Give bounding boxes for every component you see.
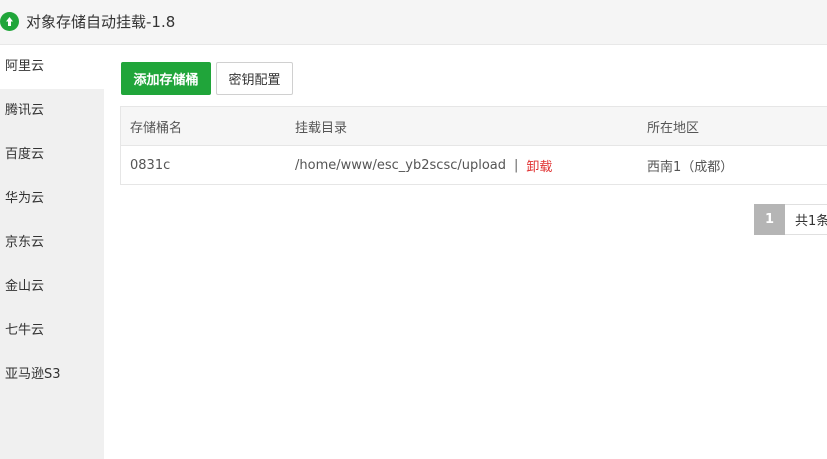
page-total: 共1条 xyxy=(785,204,827,235)
sidebar-item-qiniu[interactable]: 七牛云 xyxy=(0,309,104,353)
sidebar-item-tencent[interactable]: 腾讯云 xyxy=(0,89,104,133)
sidebar: 阿里云 腾讯云 百度云 华为云 京东云 金山云 七牛云 亚马逊S3 xyxy=(0,45,104,459)
sidebar-item-jd[interactable]: 京东云 xyxy=(0,221,104,265)
header-mount-dir: 挂载目录 xyxy=(295,120,348,136)
table-row: 0831c /home/www/esc_yb2scsc/upload | 卸载 … xyxy=(121,146,827,184)
bucket-name: 0831c xyxy=(130,157,171,173)
sidebar-item-baidu[interactable]: 百度云 xyxy=(0,133,104,177)
sidebar-item-kingsoft[interactable]: 金山云 xyxy=(0,265,104,309)
key-config-button[interactable]: 密钥配置 xyxy=(216,62,293,95)
table-header: 存储桶名 挂载目录 所在地区 xyxy=(121,107,827,146)
bucket-table: 存储桶名 挂载目录 所在地区 0831c /home/www/esc_yb2sc… xyxy=(120,106,827,185)
title-bar: 对象存储自动挂载-1.8 xyxy=(0,0,827,45)
sidebar-item-aliyun[interactable]: 阿里云 xyxy=(0,45,104,89)
region: 西南1（成都） xyxy=(647,159,734,175)
cloud-upload-icon xyxy=(0,12,19,31)
mount-dir-cell: /home/www/esc_yb2scsc/upload | 卸载 xyxy=(295,146,552,184)
pagination: 1 共1条 xyxy=(754,204,827,235)
add-bucket-button[interactable]: 添加存储桶 xyxy=(121,62,211,95)
sidebar-item-huawei[interactable]: 华为云 xyxy=(0,177,104,221)
app-title: 对象存储自动挂载-1.8 xyxy=(26,13,176,31)
page-current[interactable]: 1 xyxy=(754,204,785,235)
separator: | xyxy=(514,157,519,173)
sidebar-item-aws-s3[interactable]: 亚马逊S3 xyxy=(0,353,104,397)
mount-dir: /home/www/esc_yb2scsc/upload xyxy=(295,157,507,173)
header-region: 所在地区 xyxy=(647,120,700,136)
main-panel: 添加存储桶 密钥配置 存储桶名 挂载目录 所在地区 0831c /home/ww… xyxy=(104,45,827,459)
header-bucket-name: 存储桶名 xyxy=(130,120,183,136)
unmount-link[interactable]: 卸载 xyxy=(526,156,552,175)
